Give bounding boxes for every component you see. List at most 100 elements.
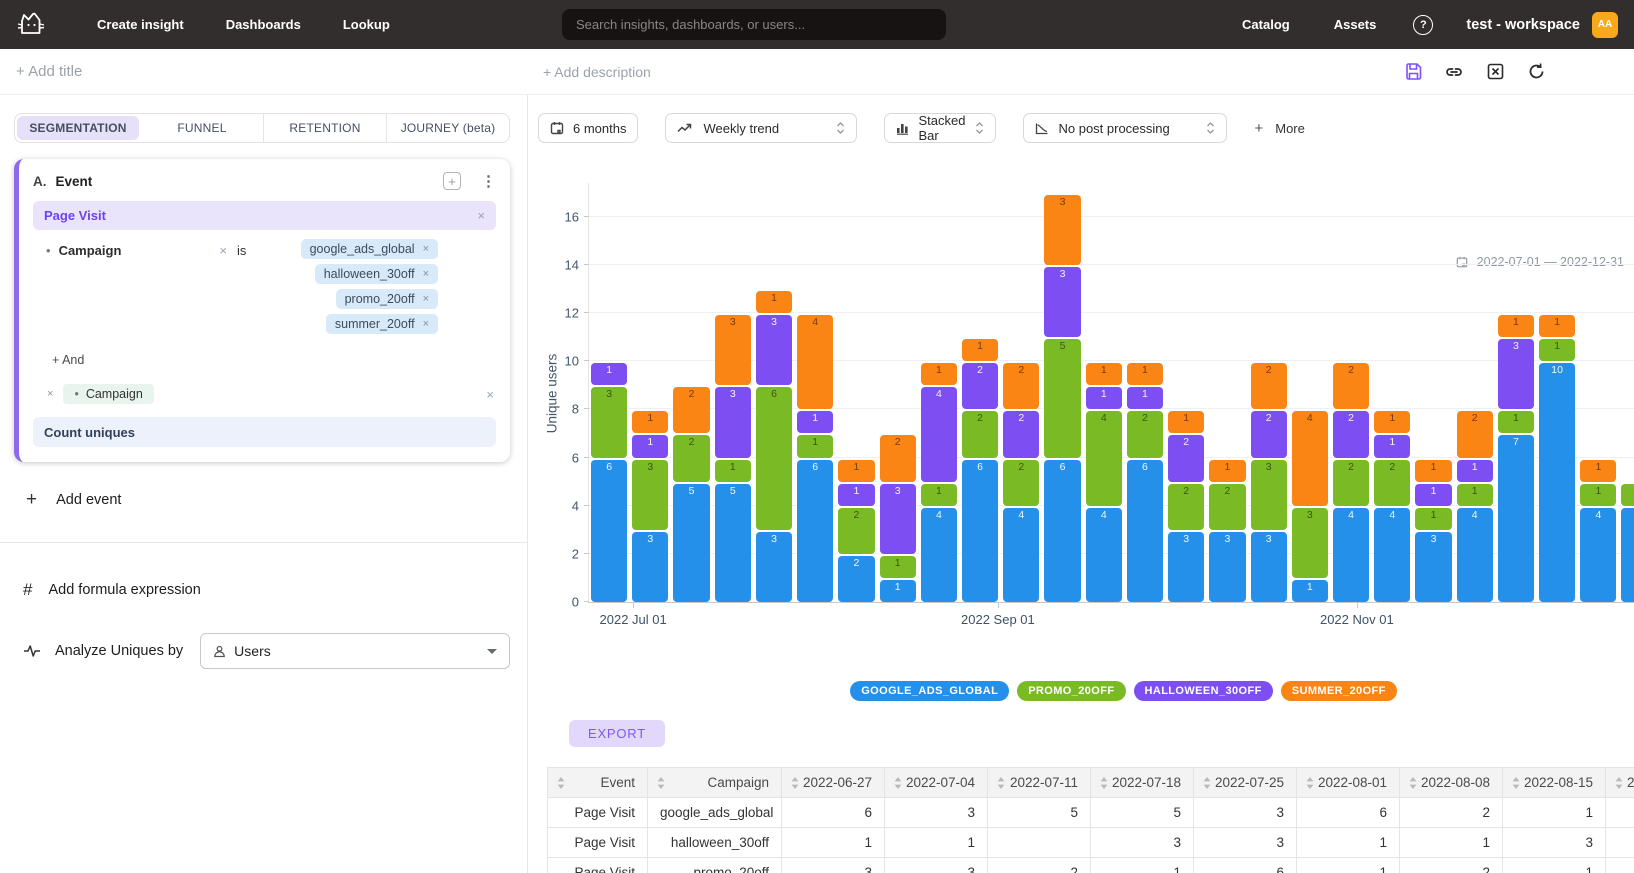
refresh-icon[interactable] [1524,60,1548,84]
workspace-name[interactable]: test - workspace [1466,17,1580,33]
remove-value-icon[interactable]: × [423,268,429,280]
column-header-2022-08-22[interactable]: 2022-08-22 [1606,768,1634,798]
segment-google_ads_global[interactable]: 1 [880,580,916,602]
help-icon[interactable]: ? [1413,15,1433,35]
sort-icon[interactable] [791,777,799,789]
segment-promo_20off[interactable]: 2 [1003,460,1039,506]
segment-summer_20off[interactable]: 1 [921,363,957,385]
segment-promo_20off[interactable]: 5 [1044,339,1080,457]
remove-value-icon[interactable]: × [423,318,429,330]
column-header-2022-07-18[interactable]: 2022-07-18 [1091,768,1194,798]
bar-2022-08-01[interactable]: 6114 [797,313,833,602]
segment-promo_20off[interactable]: 4 [1086,411,1122,505]
filter-property[interactable]: Campaign [59,243,122,258]
filter-value-tag[interactable]: halloween_30off× [315,264,438,284]
segment-summer_20off[interactable]: 1 [756,291,792,313]
legend-summer_20off[interactable]: SUMMER_20OFF [1281,681,1397,701]
segment-google_ads_global[interactable]: 6 [962,460,998,602]
bar-2022-11-21[interactable]: 4112 [1457,409,1493,602]
sort-icon[interactable] [657,777,665,789]
bar-2022-08-29[interactable]: 6221 [962,337,998,602]
segment-summer_20off[interactable]: 1 [1539,315,1575,337]
tab-journey-beta-[interactable]: JOURNEY (beta) [386,114,509,142]
bar-2022-11-07[interactable]: 4211 [1374,409,1410,602]
nav-link-assets[interactable]: Assets [1312,17,1399,32]
segment-promo_20off[interactable]: 6 [756,387,792,529]
segment-google_ads_global[interactable]: 5 [673,484,709,602]
aggregation-select[interactable]: Count uniques [33,417,496,447]
segment-google_ads_global[interactable]: 6 [1127,460,1163,602]
segment-summer_20off[interactable]: 1 [1127,363,1163,385]
segment-summer_20off[interactable]: 2 [880,435,916,481]
segment-summer_20off[interactable]: 1 [1580,460,1616,482]
search-input[interactable] [562,9,946,40]
segment-google_ads_global[interactable]: 2 [838,556,874,602]
close-box-icon[interactable] [1483,60,1507,84]
segment-summer_20off[interactable]: 1 [1374,411,1410,433]
bar-2022-09-05[interactable]: 4222 [1003,361,1039,602]
segment-promo_20off[interactable]: 1 [1539,339,1575,361]
bar-2022-11-28[interactable]: 7131 [1498,313,1534,602]
segment-google_ads_global[interactable]: 5 [715,484,751,602]
event-select-row[interactable]: Page Visit × [33,201,496,230]
app-logo-cat-icon[interactable] [16,11,46,38]
sort-icon[interactable] [1306,777,1314,789]
segment-halloween_30off[interactable]: 1 [591,363,627,385]
remove-value-icon[interactable]: × [423,243,429,255]
column-header-2022-06-27[interactable]: 2022-06-27 [782,768,885,798]
bar-2022-08-22[interactable]: 4141 [921,361,957,602]
segment-halloween_30off[interactable]: 1 [797,411,833,433]
legend-google_ads_global[interactable]: GOOGLE_ADS_GLOBAL [850,681,1009,701]
bar-2022-09-26[interactable]: 6211 [1127,361,1163,602]
segment-promo_20off[interactable]: 3 [1251,460,1287,530]
segment-summer_20off[interactable]: 3 [715,315,751,385]
segment-promo_20off[interactable]: 1 [1498,411,1534,433]
column-header-2022-07-04[interactable]: 2022-07-04 [885,768,988,798]
tab-segmentation[interactable]: SEGMENTATION [17,116,139,140]
bar-2022-12-19[interactable]: 41 [1621,482,1634,602]
bar-2022-09-12[interactable]: 6533 [1044,193,1080,602]
column-header-2022-07-11[interactable]: 2022-07-11 [988,768,1091,798]
add-formula-button[interactable]: # Add formula expression [23,580,527,600]
bar-2022-10-10[interactable]: 321 [1209,458,1245,602]
filter-operator[interactable]: is [237,239,246,258]
avatar[interactable]: AA [1592,12,1618,38]
nav-item-lookup[interactable]: Lookup [322,17,411,32]
segment-promo_20off[interactable]: 3 [1292,508,1328,578]
segment-halloween_30off[interactable]: 3 [715,387,751,457]
segment-google_ads_global[interactable]: 7 [1498,435,1534,602]
bar-2022-07-11[interactable]: 522 [673,385,709,602]
segment-summer_20off[interactable]: 2 [1333,363,1369,409]
segment-halloween_30off[interactable]: 3 [756,315,792,385]
legend-halloween_30off[interactable]: HALLOWEEN_30OFF [1134,681,1273,701]
add-event-button[interactable]: + Add event [26,489,527,511]
analyze-by-select[interactable]: Users [200,633,510,669]
segment-promo_20off[interactable]: 2 [673,435,709,481]
segment-halloween_30off[interactable]: 2 [1168,435,1204,481]
segment-summer_20off[interactable]: 2 [673,387,709,433]
segment-halloween_30off[interactable]: 3 [1498,339,1534,409]
add-description-button[interactable]: + Add description [543,64,651,80]
filter-value-tag[interactable]: google_ads_global× [301,239,438,259]
segment-promo_20off[interactable]: 2 [1374,460,1410,506]
sort-icon[interactable] [1615,777,1623,789]
segment-summer_20off[interactable]: 1 [1086,363,1122,385]
sort-icon[interactable] [1203,777,1211,789]
segment-halloween_30off[interactable]: 1 [1415,484,1451,506]
segment-promo_20off[interactable]: 3 [632,460,668,530]
segment-google_ads_global[interactable]: 4 [921,508,957,602]
segment-google_ads_global[interactable]: 4 [1333,508,1369,602]
time-range-button[interactable]: 6 months [538,113,638,143]
sort-icon[interactable] [1409,777,1417,789]
segment-promo_20off[interactable]: 2 [1333,460,1369,506]
sort-icon[interactable] [557,777,565,789]
add-and-filter-button[interactable]: + And [52,353,496,367]
filter-value-tag[interactable]: summer_20off× [326,314,438,334]
segment-halloween_30off[interactable]: 3 [880,484,916,554]
nav-item-create-insight[interactable]: Create insight [76,17,205,32]
segment-halloween_30off[interactable]: 1 [1374,435,1410,457]
segment-promo_20off[interactable]: 2 [838,508,874,554]
segment-halloween_30off[interactable]: 1 [1457,460,1493,482]
segment-google_ads_global[interactable]: 3 [756,532,792,602]
export-button[interactable]: EXPORT [569,720,665,747]
